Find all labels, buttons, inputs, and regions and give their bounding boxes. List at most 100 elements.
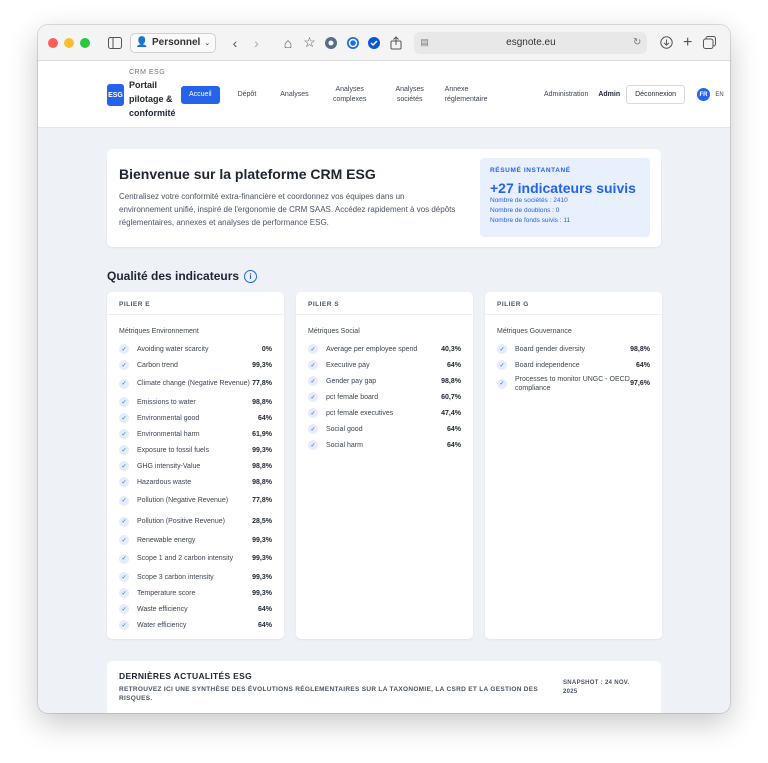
metric-name: Processes to monitor UNGC - OECD complia… <box>515 375 630 392</box>
metric-value: 64% <box>257 414 272 422</box>
summary-tag: RÉSUMÉ INSTANTANÉ <box>490 167 571 174</box>
minimize-window-button[interactable] <box>64 37 74 48</box>
nav-administration[interactable]: Administration <box>540 90 592 100</box>
metric-value: 99,3% <box>252 573 272 581</box>
metric-value: 99,3% <box>252 555 272 562</box>
reload-icon[interactable]: ↻ <box>633 37 641 48</box>
check-icon: ✓ <box>119 572 129 582</box>
metric-name: Average per employee spend <box>326 345 418 353</box>
metric-row: ✓ Board independence 64% <box>485 357 662 373</box>
metric-value: 64% <box>257 621 272 629</box>
nav-analyses[interactable]: Analyses <box>268 90 320 100</box>
close-window-button[interactable] <box>48 37 58 48</box>
check-icon: ✓ <box>119 588 129 598</box>
nav-accueil[interactable]: Accueil <box>181 85 220 104</box>
home-icon[interactable]: ⌂ <box>277 32 299 54</box>
summary-headline: +27 indicateurs suivis <box>490 180 636 196</box>
quality-section-title: Qualité des indicateurs i <box>107 269 258 283</box>
metric-value: 64% <box>257 605 272 613</box>
new-tab-icon[interactable]: + <box>677 32 699 54</box>
check-icon: ✓ <box>308 344 318 354</box>
extension-shield-icon[interactable] <box>320 32 342 54</box>
share-icon[interactable] <box>385 32 407 54</box>
extension-check-icon[interactable] <box>363 32 385 54</box>
sidebar-toggle-icon[interactable] <box>104 32 126 54</box>
nav-annexe-reglementaire[interactable]: Annexe réglementaire <box>441 85 503 105</box>
metric-value: 60,7% <box>441 393 461 401</box>
metric-row: ✓ Executive pay 64% <box>296 357 473 373</box>
check-icon: ✓ <box>308 360 318 370</box>
metric-name: Executive pay <box>326 361 370 369</box>
info-icon[interactable]: i <box>244 269 258 283</box>
metric-row: ✓ Processes to monitor UNGC - OECD compli… <box>485 373 662 394</box>
metric-name: pct female executives <box>326 409 394 417</box>
metric-name: Social harm <box>326 441 363 449</box>
zoom-window-button[interactable] <box>80 37 90 48</box>
welcome-title: Bienvenue sur la plateforme CRM ESG <box>119 166 376 182</box>
check-icon: ✓ <box>308 376 318 386</box>
pillar-label: PILIER E <box>107 292 284 315</box>
metric-value: 64% <box>446 441 461 449</box>
metric-row: ✓ Gender pay gap 98,8% <box>296 373 473 389</box>
metric-value: 28,5% <box>252 518 272 525</box>
metric-value: 99,3% <box>252 361 272 369</box>
window-controls <box>48 37 90 48</box>
metric-value: 98,8% <box>252 478 272 486</box>
check-icon: ✓ <box>119 535 129 545</box>
metric-value: 0% <box>261 345 272 353</box>
check-icon: ✓ <box>119 429 129 439</box>
metric-value: 64% <box>635 361 650 369</box>
brand: CRM ESG Portail pilotage & conformité <box>129 69 189 120</box>
pillar-card-s: PILIER S Métriques Social ✓ Average per emp… <box>296 292 473 639</box>
check-icon: ✓ <box>308 440 318 450</box>
news-card: DERNIÈRES ACTUALITÉS ESG RETROUVEZ ICI U… <box>107 661 661 713</box>
nav-analyses-societes[interactable]: Analyses sociétés <box>385 85 435 105</box>
metric-row: ✓ Scope 3 carbon intensity 99,3% <box>107 569 284 585</box>
check-icon: ✓ <box>119 378 129 389</box>
forward-icon[interactable]: › <box>246 32 268 54</box>
logout-button[interactable]: Déconnexion <box>626 85 685 104</box>
metric-name: pct female board <box>326 393 379 401</box>
metric-value: 98,8% <box>252 398 272 406</box>
metric-row: ✓ Exposure to fossil fuels 99,3% <box>107 442 284 458</box>
metric-row: ✓ Renewable energy 99,3% <box>107 532 284 548</box>
main-content: Bienvenue sur la plateforme CRM ESG Cent… <box>38 128 730 713</box>
pillar-category: Métriques Gouvernance <box>497 328 572 335</box>
header-actions: Administration Admin Déconnexion FR EN <box>540 61 726 128</box>
nav-depot[interactable]: Dépôt <box>226 90 269 100</box>
metric-value: 77,8% <box>252 380 272 387</box>
metric-value: 64% <box>446 425 461 433</box>
page-settings-icon[interactable]: ▤ <box>420 37 429 48</box>
esg-logo[interactable]: ESG <box>107 84 124 106</box>
download-icon[interactable] <box>655 32 677 54</box>
pillar-card-g: PILIER G Métriques Gouvernance ✓ Board gend… <box>485 292 662 639</box>
star-icon[interactable]: ☆ <box>299 32 321 54</box>
current-user: Admin <box>598 91 621 98</box>
extension-password-icon[interactable] <box>342 32 364 54</box>
tab-overview-icon[interactable] <box>698 32 720 54</box>
metric-name: Hazardous waste <box>137 478 192 486</box>
metric-value: 98,8% <box>630 345 650 353</box>
url-text: esgnote.eu <box>506 37 556 48</box>
check-icon: ✓ <box>119 397 129 407</box>
metric-name: Environmental good <box>137 414 200 422</box>
lang-en-button[interactable]: EN <box>713 88 726 101</box>
pillar-category: Métriques Environnement <box>119 328 199 335</box>
metric-row: ✓ pct female board 60,7% <box>296 389 473 405</box>
metric-name: Exposure to fossil fuels <box>137 446 209 454</box>
metric-name: Temperature score <box>137 589 196 597</box>
metric-value: 98,8% <box>441 377 461 385</box>
check-icon: ✓ <box>119 495 129 506</box>
person-icon: 👤 <box>135 37 148 48</box>
metric-name: Pollution (Positive Revenue) <box>137 518 225 525</box>
check-icon: ✓ <box>119 461 129 471</box>
profile-selector[interactable]: 👤 Personnel ⌄ <box>129 32 217 53</box>
address-bar[interactable]: ▤ esgnote.eu ↻ <box>414 31 648 54</box>
pillar-card-e: PILIER E Métriques Environnement ✓ Avoiding… <box>107 292 284 639</box>
nav-analyses-complexes[interactable]: Analyses complexes <box>321 85 379 105</box>
metric-value: 97,6% <box>630 380 650 387</box>
back-icon[interactable]: ‹ <box>224 32 246 54</box>
lang-fr-button[interactable]: FR <box>697 88 710 101</box>
metric-row: ✓ Social harm 64% <box>296 437 473 453</box>
metric-value: 47,4% <box>441 409 461 417</box>
